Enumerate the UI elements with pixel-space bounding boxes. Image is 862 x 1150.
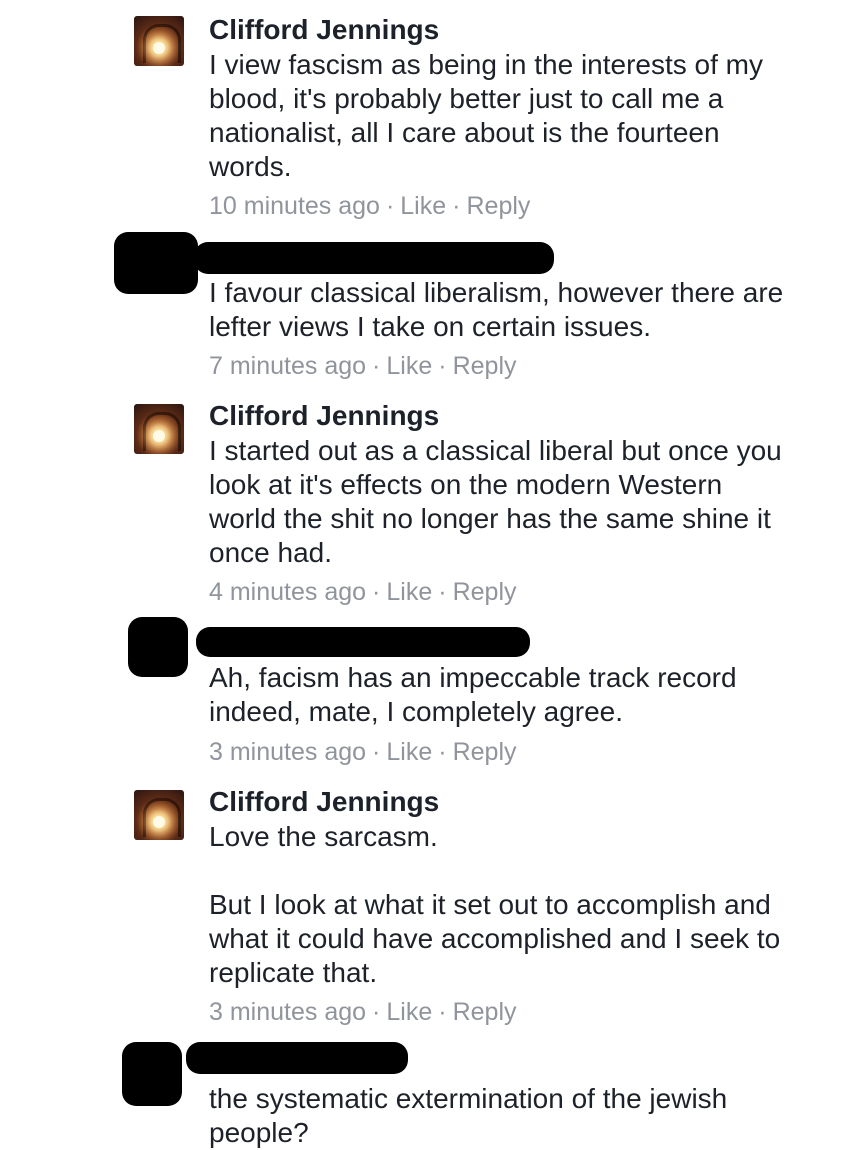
timestamp: 3 minutes ago (209, 998, 367, 1026)
comment-line: the systematic extermination of the jewi… (209, 1083, 728, 1114)
reply-link[interactable]: Reply (453, 738, 517, 766)
comment-line: what it could have accomplished and I se… (209, 923, 781, 954)
comment-5: Clifford Jennings Love the sarcasm. But … (0, 780, 862, 1040)
comment-text: the systematic extermination of the jewi… (209, 1082, 849, 1150)
comment-line (209, 854, 849, 888)
comment-line: lefter views I take on certain issues. (209, 311, 651, 342)
commenter-name[interactable]: Clifford Jennings (209, 14, 439, 46)
reply-link[interactable]: Reply (466, 192, 530, 220)
separator-dot: · (372, 738, 381, 766)
comment-line: Ah, facism has an impeccable track recor… (209, 662, 737, 693)
comment-text: I view fascism as being in the interests… (209, 48, 849, 184)
comment-meta: 7 minutes ago · Like · Reply (209, 352, 517, 381)
redacted-name (196, 627, 530, 657)
timestamp: 3 minutes ago (209, 738, 367, 766)
comment-text: Ah, facism has an impeccable track recor… (209, 661, 849, 729)
comment-line: words. (209, 151, 292, 182)
comment-meta: 3 minutes ago · Like · Reply (209, 738, 517, 767)
comment-line: But I look at what it set out to accompl… (209, 889, 771, 920)
redacted-name (194, 242, 554, 274)
avatar[interactable] (134, 16, 184, 66)
separator-dot: · (438, 738, 447, 766)
separator-dot: · (438, 352, 447, 380)
comment-line: I favour classical liberalism, however t… (209, 277, 784, 308)
avatar[interactable] (134, 404, 184, 454)
reply-link[interactable]: Reply (453, 998, 517, 1026)
comment-line: look at it's effects on the modern Weste… (209, 469, 723, 500)
comment-meta: 4 minutes ago · Like · Reply (209, 578, 517, 607)
separator-dot: · (385, 192, 395, 220)
comment-line: world the shit no longer has the same sh… (209, 503, 771, 534)
comment-2: I favour classical liberalism, however t… (0, 230, 862, 390)
separator-dot: · (438, 998, 447, 1026)
comment-text: Love the sarcasm. But I look at what it … (209, 820, 849, 990)
reply-link[interactable]: Reply (453, 578, 517, 606)
separator-dot: · (372, 578, 381, 606)
timestamp: 4 minutes ago (209, 578, 367, 606)
comment-line: blood, it's probably better just to call… (209, 83, 724, 114)
comment-line: nationalist, all I care about is the fou… (209, 117, 720, 148)
like-link[interactable]: Like (386, 738, 432, 766)
comment-line: Love the sarcasm. (209, 821, 438, 852)
separator-dot: · (372, 998, 381, 1026)
redacted-name (186, 1042, 408, 1074)
timestamp: 7 minutes ago (209, 352, 367, 380)
redacted-avatar (122, 1042, 182, 1106)
comment-line: once had. (209, 537, 332, 568)
comment-line: people? (209, 1117, 309, 1148)
comment-line: I started out as a classical liberal but… (209, 435, 782, 466)
like-link[interactable]: Like (386, 998, 432, 1026)
like-link[interactable]: Like (386, 352, 432, 380)
comment-line: I view fascism as being in the interests… (209, 49, 763, 80)
comment-meta: 3 minutes ago · Like · Reply (209, 998, 517, 1027)
comment-meta: 10 minutes ago · Like · Reply (209, 192, 530, 221)
commenter-name[interactable]: Clifford Jennings (209, 786, 439, 818)
commenter-name[interactable]: Clifford Jennings (209, 400, 439, 432)
comment-line: indeed, mate, I completely agree. (209, 696, 624, 727)
comment-3: Clifford Jennings I started out as a cla… (0, 390, 862, 620)
redacted-avatar (128, 617, 188, 677)
separator-dot: · (372, 352, 381, 380)
reply-link[interactable]: Reply (453, 352, 517, 380)
separator-dot: · (452, 192, 461, 220)
like-link[interactable]: Like (386, 578, 432, 606)
comment-6: the systematic extermination of the jewi… (0, 1040, 862, 1149)
like-link[interactable]: Like (400, 192, 446, 220)
separator-dot: · (438, 578, 447, 606)
comment-4: Ah, facism has an impeccable track recor… (0, 615, 862, 780)
comment-text: I favour classical liberalism, however t… (209, 276, 849, 344)
comment-text: I started out as a classical liberal but… (209, 434, 849, 570)
comment-line: replicate that. (209, 957, 378, 988)
redacted-avatar (114, 232, 198, 294)
timestamp: 10 minutes ago (209, 192, 380, 220)
avatar[interactable] (134, 790, 184, 840)
comment-1: Clifford Jennings I view fascism as bein… (0, 0, 862, 230)
